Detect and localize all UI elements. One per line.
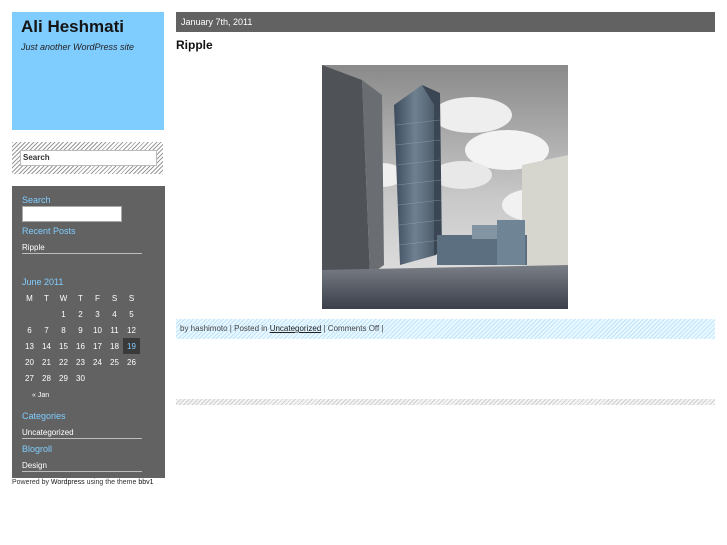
calendar-day: 21: [42, 357, 51, 367]
post-meta-bar: by hashimoto | Posted in Uncategorized |…: [176, 319, 715, 339]
recent-post-link[interactable]: Ripple: [22, 243, 142, 254]
footer-wordpress-link[interactable]: Wordpress: [51, 479, 85, 486]
weekday-header: T: [44, 293, 49, 303]
post-title[interactable]: Ripple: [176, 38, 213, 52]
weekday-header: F: [95, 293, 100, 303]
calendar-day: 10: [93, 325, 102, 335]
calendar-day: [89, 370, 106, 386]
site-title[interactable]: Ali Heshmati: [21, 17, 124, 37]
recent-posts-title: Recent Posts: [22, 226, 76, 236]
search-input[interactable]: [20, 150, 157, 166]
calendar-day: 26: [127, 357, 136, 367]
weekday-header: T: [78, 293, 83, 303]
weekday-header: M: [26, 293, 33, 303]
calendar-day: 8: [61, 325, 66, 335]
calendar-day: 29: [59, 373, 68, 383]
calendar-day: 23: [76, 357, 85, 367]
top-search-box: [12, 142, 163, 174]
site-description: Just another WordPress site: [21, 42, 135, 52]
footer-middle: using the theme: [84, 479, 139, 486]
calendar-day: 2: [78, 309, 83, 319]
calendar-table: M T W T F S S 1 2 3 4 5 6 7 8 9 10 11 12…: [21, 290, 140, 386]
calendar-day: 25: [110, 357, 119, 367]
calendar-day: 12: [127, 325, 136, 335]
calendar-day: 18: [110, 341, 119, 351]
calendar-day: 5: [129, 309, 134, 319]
sidebar: Search Recent Posts Ripple June 2011 M T…: [12, 186, 165, 478]
weekday-header: W: [59, 293, 68, 303]
blogroll-title: Blogroll: [22, 444, 53, 454]
calendar-day-today: 19: [123, 338, 140, 354]
calendar-day: 28: [42, 373, 51, 383]
calendar-day: [21, 306, 38, 322]
post-category-link[interactable]: Uncategorized: [270, 324, 322, 333]
calendar-day: 3: [95, 309, 100, 319]
calendar-day: 15: [59, 341, 68, 351]
calendar-day: 27: [25, 373, 34, 383]
footer-prefix: Powered by: [12, 479, 51, 486]
weekday-header: S: [111, 293, 118, 303]
post-meta-comments: | Comments Off |: [321, 324, 384, 333]
calendar-day: [106, 370, 123, 386]
post-date: January 7th, 2011: [181, 17, 253, 27]
calendar-day: 20: [25, 357, 34, 367]
calendar-day: 14: [42, 341, 51, 351]
calendar-day: 11: [110, 325, 119, 335]
site-header: Ali Heshmati Just another WordPress site: [12, 12, 164, 130]
search-widget-title: Search: [22, 195, 51, 205]
calendar-prev-month-link[interactable]: « Jan: [32, 392, 49, 399]
category-link[interactable]: Uncategorized: [22, 428, 142, 439]
post-image: [322, 65, 568, 309]
calendar-day: 16: [76, 341, 85, 351]
calendar-caption: June 2011: [22, 277, 64, 287]
calendar-day: 24: [93, 357, 102, 367]
blogroll-link[interactable]: Design: [22, 461, 142, 472]
calendar-day: [123, 370, 140, 386]
weekday-header: S: [128, 293, 135, 303]
calendar-day: [38, 306, 55, 322]
post-date-bar: January 7th, 2011: [176, 12, 715, 32]
post-meta-author: by hashimoto | Posted in: [180, 324, 270, 333]
calendar-day: 1: [61, 309, 66, 319]
calendar-day: 9: [78, 325, 83, 335]
calendar-day: 4: [112, 309, 117, 319]
sidebar-search-input[interactable]: [22, 206, 122, 222]
calendar-day: 13: [25, 341, 34, 351]
calendar-day: 7: [44, 325, 49, 335]
post-separator: [176, 399, 715, 405]
post-meta: by hashimoto | Posted in Uncategorized |…: [180, 324, 384, 333]
categories-title: Categories: [22, 411, 66, 421]
footer: Powered by Wordpress using the theme bbv…: [12, 479, 154, 486]
footer-theme-link[interactable]: bbv1: [138, 479, 153, 486]
calendar-day: 6: [27, 325, 32, 335]
calendar-day: 22: [59, 357, 68, 367]
calendar-day: 30: [76, 373, 85, 383]
calendar-day: 17: [93, 341, 102, 351]
